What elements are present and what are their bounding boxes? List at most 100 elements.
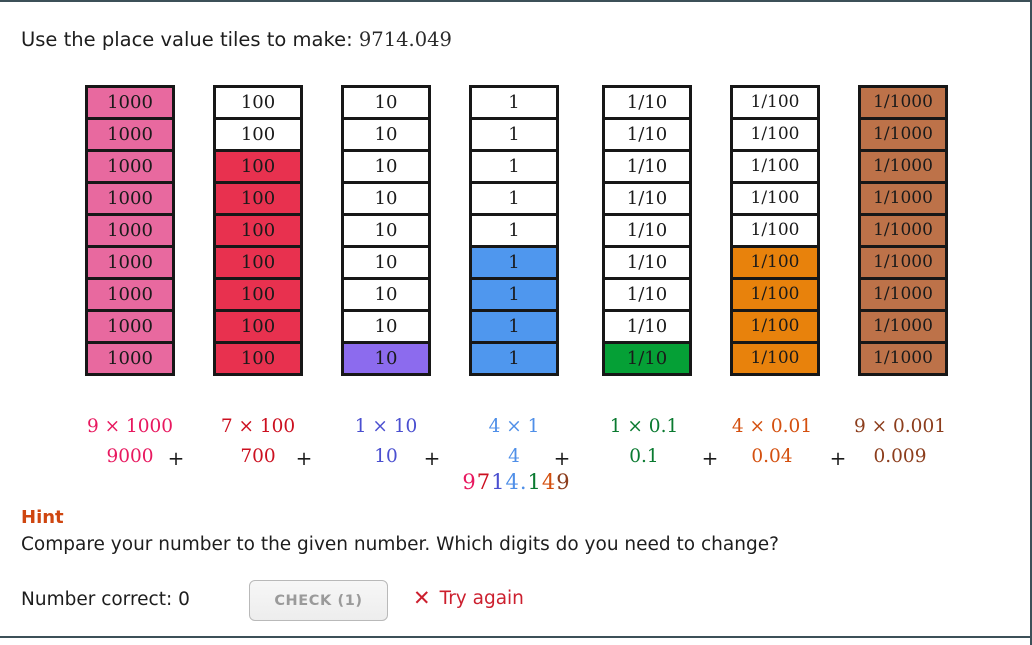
tile-hundredths-4[interactable]: 1/100 <box>730 181 820 216</box>
tile-tenths-1[interactable]: 1/10 <box>602 85 692 120</box>
tile-ones-1[interactable]: 1 <box>469 85 559 120</box>
tile-thousands-9[interactable]: 1000 <box>85 341 175 376</box>
tile-hundreds-1[interactable]: 100 <box>213 85 303 120</box>
tile-hundredths-1[interactable]: 1/100 <box>730 85 820 120</box>
total-digit-1: 9 <box>462 470 476 494</box>
tile-thousandths-6[interactable]: 1/1000 <box>858 245 948 280</box>
tile-tenths-2[interactable]: 1/10 <box>602 117 692 152</box>
tile-hundreds-9[interactable]: 100 <box>213 341 303 376</box>
expansion-factor-hundreds: 7 × 100 <box>220 416 296 437</box>
tile-thousands-1[interactable]: 1000 <box>85 85 175 120</box>
score-label: Number correct: 0 <box>21 589 190 610</box>
tile-tenths-6[interactable]: 1/10 <box>602 245 692 280</box>
bottom-divider <box>0 636 1032 638</box>
total-digit-2: 7 <box>476 470 491 494</box>
tile-column-ones: 111111111 <box>469 85 559 376</box>
tile-thousands-8[interactable]: 1000 <box>85 309 175 344</box>
tile-tenths-9[interactable]: 1/10 <box>602 341 692 376</box>
tile-tens-6[interactable]: 10 <box>341 245 431 280</box>
tile-thousandths-8[interactable]: 1/1000 <box>858 309 948 344</box>
tile-hundreds-7[interactable]: 100 <box>213 277 303 312</box>
expansion-factor-ones: 4 × 1 <box>488 416 540 437</box>
plus-sign-3: + <box>423 446 441 470</box>
tile-tenths-4[interactable]: 1/10 <box>602 181 692 216</box>
tile-ones-6[interactable]: 1 <box>469 245 559 280</box>
feedback-label: Try again <box>439 588 524 609</box>
expansion-value-hundredths: 0.04 <box>751 446 793 467</box>
expansion-factor-hundredths: 4 × 0.01 <box>731 416 813 437</box>
tile-hundredths-9[interactable]: 1/100 <box>730 341 820 376</box>
tile-thousands-7[interactable]: 1000 <box>85 277 175 312</box>
footer-controls: Number correct: 0 CHECK (1) ✕ Try again <box>0 580 1032 628</box>
tile-thousandths-1[interactable]: 1/1000 <box>858 85 948 120</box>
tile-thousands-4[interactable]: 1000 <box>85 181 175 216</box>
tile-column-tenths: 1/10 1/10 1/10 1/10 1/10 1/10 1/10 1/10 1/10 <box>602 85 692 376</box>
tile-tens-3[interactable]: 10 <box>341 149 431 184</box>
tile-hundredths-3[interactable]: 1/100 <box>730 149 820 184</box>
tile-ones-9[interactable]: 1 <box>469 341 559 376</box>
tile-thousandths-2[interactable]: 1/1000 <box>858 117 948 152</box>
tile-ones-7[interactable]: 1 <box>469 277 559 312</box>
plus-sign-6: + <box>829 446 847 470</box>
tile-ones-8[interactable]: 1 <box>469 309 559 344</box>
tile-hundreds-3[interactable]: 100 <box>213 149 303 184</box>
tile-tens-2[interactable]: 10 <box>341 117 431 152</box>
tile-tenths-8[interactable]: 1/10 <box>602 309 692 344</box>
tile-tens-1[interactable]: 10 <box>341 85 431 120</box>
tile-hundreds-5[interactable]: 100 <box>213 213 303 248</box>
tile-tenths-3[interactable]: 1/10 <box>602 149 692 184</box>
tile-column-hundreds: 100 100 100 100 100 100 100 100 100 <box>213 85 303 376</box>
total-digit-5: . <box>519 470 527 494</box>
plus-sign-4: + <box>553 446 571 470</box>
expansion-factor-tens: 1 × 10 <box>354 416 418 437</box>
tile-hundredths-8[interactable]: 1/100 <box>730 309 820 344</box>
hint-text: Compare your number to the given number.… <box>21 534 779 555</box>
tile-hundreds-2[interactable]: 100 <box>213 117 303 152</box>
tile-thousandths-3[interactable]: 1/1000 <box>858 149 948 184</box>
tile-tens-5[interactable]: 10 <box>341 213 431 248</box>
tile-hundreds-8[interactable]: 100 <box>213 309 303 344</box>
tile-thousandths-9[interactable]: 1/1000 <box>858 341 948 376</box>
tile-ones-5[interactable]: 1 <box>469 213 559 248</box>
tile-thousandths-7[interactable]: 1/1000 <box>858 277 948 312</box>
total-digit-4: 4 <box>505 470 519 494</box>
tile-tenths-7[interactable]: 1/10 <box>602 277 692 312</box>
tile-hundreds-6[interactable]: 100 <box>213 245 303 280</box>
tile-hundreds-4[interactable]: 100 <box>213 181 303 216</box>
tile-hundredths-2[interactable]: 1/100 <box>730 117 820 152</box>
tile-thousands-6[interactable]: 1000 <box>85 245 175 280</box>
expansion-factor-tenths: 1 × 0.1 <box>609 416 679 437</box>
tile-tens-9[interactable]: 10 <box>341 341 431 376</box>
tile-tens-7[interactable]: 10 <box>341 277 431 312</box>
total-digit-6: 1 <box>527 470 541 494</box>
total-digit-7: 4 <box>541 470 556 494</box>
place-value-tile-board: 1000 1000 1000 1000 1000 1000 1000 1000 1000 100 1… <box>0 0 1032 400</box>
tile-thousandths-5[interactable]: 1/1000 <box>858 213 948 248</box>
tile-thousands-5[interactable]: 1000 <box>85 213 175 248</box>
tile-thousands-2[interactable]: 1000 <box>85 117 175 152</box>
tile-thousandths-4[interactable]: 1/1000 <box>858 181 948 216</box>
tile-hundredths-6[interactable]: 1/100 <box>730 245 820 280</box>
tile-column-thousands: 1000 1000 1000 1000 1000 1000 1000 1000 1000 <box>85 85 175 376</box>
tile-ones-4[interactable]: 1 <box>469 181 559 216</box>
tile-hundredths-5[interactable]: 1/100 <box>730 213 820 248</box>
expansion-factor-thousandths: 9 × 0.001 <box>854 416 946 437</box>
tile-ones-3[interactable]: 1 <box>469 149 559 184</box>
total-digit-3: 1 <box>491 470 505 494</box>
computed-total: 9714.149 <box>0 470 1032 494</box>
tile-tens-8[interactable]: 10 <box>341 309 431 344</box>
tile-column-hundredths: 1/100 1/100 1/100 1/100 1/100 1/100 1/100 1/100… <box>730 85 820 376</box>
tile-hundredths-7[interactable]: 1/100 <box>730 277 820 312</box>
tile-column-thousandths: 1/1000 1/1000 1/1000 1/1000 1/1000 1/1000 1/10… <box>858 85 948 376</box>
tile-tenths-5[interactable]: 1/10 <box>602 213 692 248</box>
plus-sign-1: + <box>167 446 185 470</box>
hint-title: Hint <box>21 507 64 528</box>
tile-ones-2[interactable]: 1 <box>469 117 559 152</box>
check-button[interactable]: CHECK (1) <box>249 580 388 621</box>
tile-thousands-3[interactable]: 1000 <box>85 149 175 184</box>
plus-sign-5: + <box>701 446 719 470</box>
tile-tens-4[interactable]: 10 <box>341 181 431 216</box>
expansion-value-thousandths: 0.009 <box>873 446 927 467</box>
cross-icon: ✕ <box>413 586 431 610</box>
total-digit-8: 9 <box>556 470 570 494</box>
